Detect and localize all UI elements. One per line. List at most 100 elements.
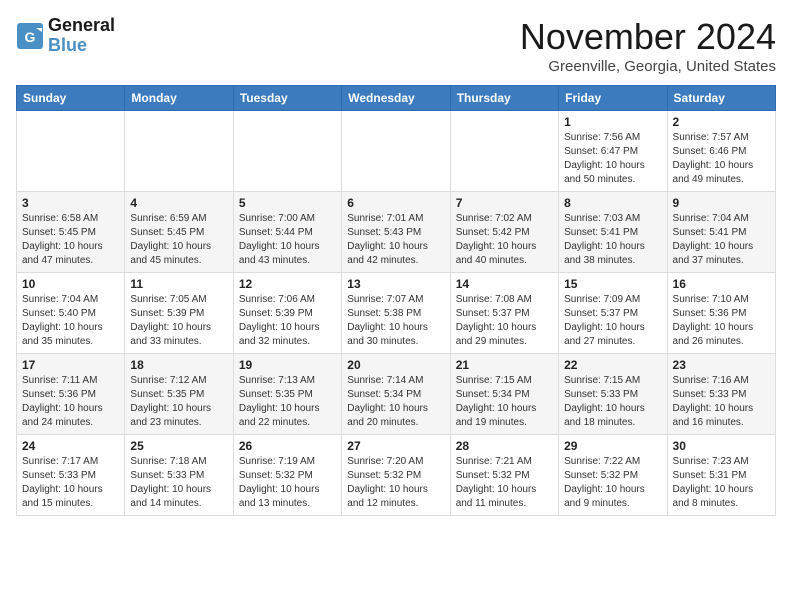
calendar-week-row: 17 Sunrise: 7:11 AM Sunset: 5:36 PM Dayli… bbox=[17, 354, 776, 435]
day-number: 24 bbox=[22, 439, 119, 453]
day-number: 8 bbox=[564, 196, 661, 210]
month-title: November 2024 bbox=[520, 16, 776, 58]
calendar-cell: 23 Sunrise: 7:16 AM Sunset: 5:33 PM Dayli… bbox=[667, 354, 775, 435]
day-number: 17 bbox=[22, 358, 119, 372]
calendar-cell: 26 Sunrise: 7:19 AM Sunset: 5:32 PM Dayli… bbox=[233, 435, 341, 516]
logo: G General Blue bbox=[16, 16, 115, 56]
calendar-cell: 12 Sunrise: 7:06 AM Sunset: 5:39 PM Dayli… bbox=[233, 273, 341, 354]
logo-line2: Blue bbox=[48, 36, 115, 56]
day-detail: Sunrise: 7:23 AM Sunset: 5:31 PM Dayligh… bbox=[673, 456, 754, 509]
day-number: 29 bbox=[564, 439, 661, 453]
day-detail: Sunrise: 7:18 AM Sunset: 5:33 PM Dayligh… bbox=[130, 456, 211, 509]
calendar-cell: 18 Sunrise: 7:12 AM Sunset: 5:35 PM Dayli… bbox=[125, 354, 233, 435]
calendar-cell: 7 Sunrise: 7:02 AM Sunset: 5:42 PM Daylig… bbox=[450, 192, 558, 273]
title-area: November 2024 Greenville, Georgia, Unite… bbox=[520, 16, 776, 75]
calendar-cell: 10 Sunrise: 7:04 AM Sunset: 5:40 PM Dayli… bbox=[17, 273, 125, 354]
day-number: 26 bbox=[239, 439, 336, 453]
calendar-cell bbox=[450, 111, 558, 192]
day-detail: Sunrise: 7:09 AM Sunset: 5:37 PM Dayligh… bbox=[564, 294, 645, 347]
calendar-cell: 5 Sunrise: 7:00 AM Sunset: 5:44 PM Daylig… bbox=[233, 192, 341, 273]
day-number: 7 bbox=[456, 196, 553, 210]
calendar-cell bbox=[17, 111, 125, 192]
calendar-cell: 20 Sunrise: 7:14 AM Sunset: 5:34 PM Dayli… bbox=[342, 354, 450, 435]
page-header: G General Blue November 2024 Greenville,… bbox=[16, 16, 776, 75]
day-detail: Sunrise: 7:19 AM Sunset: 5:32 PM Dayligh… bbox=[239, 456, 320, 509]
day-detail: Sunrise: 7:17 AM Sunset: 5:33 PM Dayligh… bbox=[22, 456, 103, 509]
day-number: 11 bbox=[130, 277, 227, 291]
day-number: 27 bbox=[347, 439, 444, 453]
day-detail: Sunrise: 7:57 AM Sunset: 6:46 PM Dayligh… bbox=[673, 132, 754, 185]
calendar-week-row: 24 Sunrise: 7:17 AM Sunset: 5:33 PM Dayli… bbox=[17, 435, 776, 516]
day-detail: Sunrise: 7:03 AM Sunset: 5:41 PM Dayligh… bbox=[564, 213, 645, 266]
day-number: 20 bbox=[347, 358, 444, 372]
day-detail: Sunrise: 6:59 AM Sunset: 5:45 PM Dayligh… bbox=[130, 213, 211, 266]
day-number: 18 bbox=[130, 358, 227, 372]
location: Greenville, Georgia, United States bbox=[520, 58, 776, 75]
day-detail: Sunrise: 7:16 AM Sunset: 5:33 PM Dayligh… bbox=[673, 375, 754, 428]
logo-icon: G bbox=[16, 22, 44, 50]
day-detail: Sunrise: 7:10 AM Sunset: 5:36 PM Dayligh… bbox=[673, 294, 754, 347]
calendar-cell: 22 Sunrise: 7:15 AM Sunset: 5:33 PM Dayli… bbox=[559, 354, 667, 435]
calendar-cell: 15Sunrise: 7:09 AM Sunset: 5:37 PM Dayli… bbox=[559, 273, 667, 354]
day-number: 3 bbox=[22, 196, 119, 210]
day-detail: Sunrise: 7:01 AM Sunset: 5:43 PM Dayligh… bbox=[347, 213, 428, 266]
day-detail: Sunrise: 7:20 AM Sunset: 5:32 PM Dayligh… bbox=[347, 456, 428, 509]
day-number: 30 bbox=[673, 439, 770, 453]
day-detail: Sunrise: 7:22 AM Sunset: 5:32 PM Dayligh… bbox=[564, 456, 645, 509]
day-detail: Sunrise: 7:21 AM Sunset: 5:32 PM Dayligh… bbox=[456, 456, 537, 509]
logo-line1: General bbox=[48, 16, 115, 36]
day-number: 13 bbox=[347, 277, 444, 291]
calendar-cell: 28Sunrise: 7:21 AM Sunset: 5:32 PM Dayli… bbox=[450, 435, 558, 516]
calendar-cell: 1Sunrise: 7:56 AM Sunset: 6:47 PM Daylig… bbox=[559, 111, 667, 192]
day-number: 14 bbox=[456, 277, 553, 291]
calendar-week-row: 10 Sunrise: 7:04 AM Sunset: 5:40 PM Dayli… bbox=[17, 273, 776, 354]
day-detail: Sunrise: 6:58 AM Sunset: 5:45 PM Dayligh… bbox=[22, 213, 103, 266]
calendar-cell: 6 Sunrise: 7:01 AM Sunset: 5:43 PM Daylig… bbox=[342, 192, 450, 273]
day-detail: Sunrise: 7:14 AM Sunset: 5:34 PM Dayligh… bbox=[347, 375, 428, 428]
calendar-cell: 24 Sunrise: 7:17 AM Sunset: 5:33 PM Dayli… bbox=[17, 435, 125, 516]
day-detail: Sunrise: 7:04 AM Sunset: 5:41 PM Dayligh… bbox=[673, 213, 754, 266]
day-number: 22 bbox=[564, 358, 661, 372]
calendar-cell: 19 Sunrise: 7:13 AM Sunset: 5:35 PM Dayli… bbox=[233, 354, 341, 435]
day-number: 6 bbox=[347, 196, 444, 210]
calendar-body: 1Sunrise: 7:56 AM Sunset: 6:47 PM Daylig… bbox=[17, 111, 776, 516]
calendar-cell: 27 Sunrise: 7:20 AM Sunset: 5:32 PM Dayli… bbox=[342, 435, 450, 516]
weekday-header-sunday: Sunday bbox=[17, 86, 125, 111]
day-detail: Sunrise: 7:04 AM Sunset: 5:40 PM Dayligh… bbox=[22, 294, 103, 347]
day-detail: Sunrise: 7:06 AM Sunset: 5:39 PM Dayligh… bbox=[239, 294, 320, 347]
calendar-cell: 3 Sunrise: 6:58 AM Sunset: 5:45 PM Daylig… bbox=[17, 192, 125, 273]
day-number: 5 bbox=[239, 196, 336, 210]
day-number: 10 bbox=[22, 277, 119, 291]
day-detail: Sunrise: 7:56 AM Sunset: 6:47 PM Dayligh… bbox=[564, 132, 645, 185]
calendar-cell: 17 Sunrise: 7:11 AM Sunset: 5:36 PM Dayli… bbox=[17, 354, 125, 435]
day-number: 19 bbox=[239, 358, 336, 372]
day-number: 23 bbox=[673, 358, 770, 372]
weekday-header-friday: Friday bbox=[559, 86, 667, 111]
weekday-header-monday: Monday bbox=[125, 86, 233, 111]
day-detail: Sunrise: 7:11 AM Sunset: 5:36 PM Dayligh… bbox=[22, 375, 103, 428]
day-detail: Sunrise: 7:13 AM Sunset: 5:35 PM Dayligh… bbox=[239, 375, 320, 428]
calendar-week-row: 3 Sunrise: 6:58 AM Sunset: 5:45 PM Daylig… bbox=[17, 192, 776, 273]
day-number: 4 bbox=[130, 196, 227, 210]
day-detail: Sunrise: 7:15 AM Sunset: 5:34 PM Dayligh… bbox=[456, 375, 537, 428]
day-detail: Sunrise: 7:12 AM Sunset: 5:35 PM Dayligh… bbox=[130, 375, 211, 428]
svg-text:G: G bbox=[25, 29, 36, 45]
day-detail: Sunrise: 7:00 AM Sunset: 5:44 PM Dayligh… bbox=[239, 213, 320, 266]
calendar: SundayMondayTuesdayWednesdayThursdayFrid… bbox=[16, 85, 776, 516]
calendar-cell: 8 Sunrise: 7:03 AM Sunset: 5:41 PM Daylig… bbox=[559, 192, 667, 273]
day-number: 25 bbox=[130, 439, 227, 453]
weekday-header-saturday: Saturday bbox=[667, 86, 775, 111]
day-detail: Sunrise: 7:02 AM Sunset: 5:42 PM Dayligh… bbox=[456, 213, 537, 266]
calendar-cell: 13Sunrise: 7:07 AM Sunset: 5:38 PM Dayli… bbox=[342, 273, 450, 354]
day-number: 16 bbox=[673, 277, 770, 291]
calendar-cell: 2Sunrise: 7:57 AM Sunset: 6:46 PM Daylig… bbox=[667, 111, 775, 192]
day-number: 12 bbox=[239, 277, 336, 291]
calendar-cell: 16 Sunrise: 7:10 AM Sunset: 5:36 PM Dayli… bbox=[667, 273, 775, 354]
calendar-cell: 9Sunrise: 7:04 AM Sunset: 5:41 PM Daylig… bbox=[667, 192, 775, 273]
calendar-cell: 14 Sunrise: 7:08 AM Sunset: 5:37 PM Dayli… bbox=[450, 273, 558, 354]
day-detail: Sunrise: 7:08 AM Sunset: 5:37 PM Dayligh… bbox=[456, 294, 537, 347]
calendar-cell: 11Sunrise: 7:05 AM Sunset: 5:39 PM Dayli… bbox=[125, 273, 233, 354]
calendar-cell: 29 Sunrise: 7:22 AM Sunset: 5:32 PM Dayli… bbox=[559, 435, 667, 516]
day-detail: Sunrise: 7:15 AM Sunset: 5:33 PM Dayligh… bbox=[564, 375, 645, 428]
calendar-cell bbox=[125, 111, 233, 192]
